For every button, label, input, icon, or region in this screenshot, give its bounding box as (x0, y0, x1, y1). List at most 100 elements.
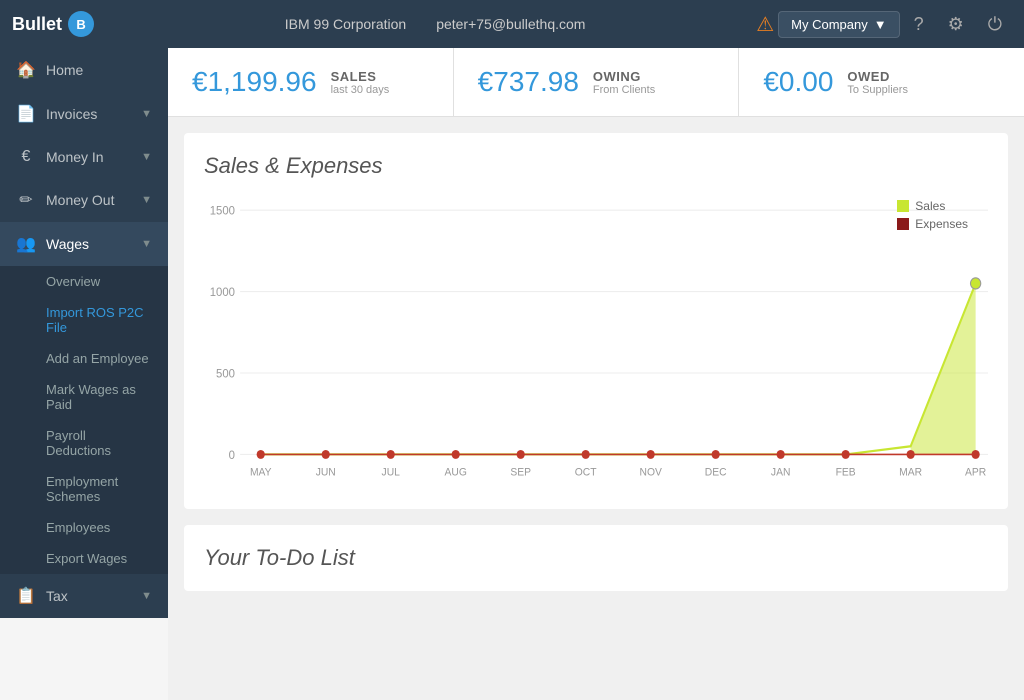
stat-owed: €0.00 OWED To Suppliers (739, 48, 1024, 116)
svg-text:DEC: DEC (705, 466, 727, 478)
legend-expenses-dot (897, 218, 909, 230)
sidebar-item-home[interactable]: 🏠 Home (0, 48, 168, 92)
owed-sublabel: To Suppliers (847, 84, 908, 96)
owed-right: OWED To Suppliers (847, 69, 908, 96)
dot-oct-exp (582, 450, 590, 459)
chart-legend: Sales Expenses (897, 199, 968, 231)
svg-text:0: 0 (229, 447, 236, 462)
sidebar-label-home: Home (46, 62, 152, 78)
logo: Bullet B (12, 11, 94, 37)
settings-button[interactable]: ⚙ (938, 8, 974, 41)
chart-section: Sales & Expenses Sales Expenses 1500 100… (184, 133, 1008, 509)
top-navigation: Bullet B IBM 99 Corporation peter+75@bul… (0, 0, 1024, 48)
sidebar-label-invoices: Invoices (46, 106, 131, 122)
svg-text:AUG: AUG (445, 466, 467, 478)
dot-jun-exp (322, 450, 330, 459)
svg-text:APR: APR (965, 466, 986, 478)
wages-arrow: ▼ (141, 238, 152, 250)
chart-svg: 1500 1000 500 0 (204, 199, 988, 489)
main-layout: 🏠 Home 📄 Invoices ▼ € Money In ▼ ✏ Money… (0, 48, 1024, 700)
submenu-overview[interactable]: Overview (0, 266, 168, 297)
legend-sales-label: Sales (915, 199, 945, 213)
submenu-employment-schemes[interactable]: Employment Schemes (0, 466, 168, 512)
wages-submenu: Overview Import ROS P2C File Add an Empl… (0, 266, 168, 574)
stat-sales: €1,199.96 SALES last 30 days (168, 48, 454, 116)
owed-label: OWED (847, 69, 908, 84)
legend-sales-dot (897, 200, 909, 212)
topnav-center: IBM 99 Corporation peter+75@bullethq.com (124, 16, 746, 32)
svg-text:1500: 1500 (210, 203, 236, 218)
chart-container: Sales Expenses 1500 1000 500 0 (204, 199, 988, 489)
sales-value: €1,199.96 (192, 66, 317, 98)
svg-text:FEB: FEB (836, 466, 856, 478)
invoices-arrow: ▼ (141, 108, 152, 120)
invoices-icon: 📄 (16, 104, 36, 124)
owing-label: OWING (593, 69, 655, 84)
content-area: €1,199.96 SALES last 30 days €737.98 OWI… (168, 48, 1024, 700)
topnav-right: ⚠ My Company ▼ ? ⚙ ⏻ (756, 8, 1012, 41)
home-icon: 🏠 (16, 60, 36, 80)
sidebar-label-wages: Wages (46, 236, 131, 252)
sales-line (261, 283, 976, 454)
svg-text:500: 500 (216, 366, 235, 381)
dot-may-exp (257, 450, 265, 459)
dot-feb-exp (842, 450, 850, 459)
submenu-payroll-deductions[interactable]: Payroll Deductions (0, 420, 168, 466)
submenu-employees[interactable]: Employees (0, 512, 168, 543)
money-in-arrow: ▼ (141, 151, 152, 163)
dot-sep-exp (517, 450, 525, 459)
money-out-icon: ✏ (16, 190, 36, 210)
sidebar-wrapper: 🏠 Home 📄 Invoices ▼ € Money In ▼ ✏ Money… (0, 48, 168, 700)
dot-apr-exp (971, 450, 979, 459)
svg-text:MAR: MAR (899, 466, 922, 478)
owing-sublabel: From Clients (593, 84, 655, 96)
tax-icon: 📋 (16, 586, 36, 606)
svg-text:NOV: NOV (640, 466, 663, 478)
logo-text: Bullet (12, 14, 62, 35)
submenu-import-ros[interactable]: Import ROS P2C File (0, 297, 168, 343)
svg-text:JUN: JUN (316, 466, 336, 478)
svg-text:1000: 1000 (210, 285, 236, 300)
sidebar-item-tax[interactable]: 📋 Tax ▼ (0, 574, 168, 618)
logo-badge: B (68, 11, 94, 37)
dot-nov-exp (647, 450, 655, 459)
svg-text:JAN: JAN (771, 466, 790, 478)
company-button[interactable]: My Company ▼ (778, 11, 899, 38)
stats-bar: €1,199.96 SALES last 30 days €737.98 OWI… (168, 48, 1024, 117)
company-name: IBM 99 Corporation (285, 16, 406, 32)
dot-aug-exp (452, 450, 460, 459)
sales-label: SALES (331, 69, 390, 84)
warning-icon[interactable]: ⚠ (756, 12, 774, 37)
owing-right: OWING From Clients (593, 69, 655, 96)
dot-mar-exp (907, 450, 915, 459)
power-button[interactable]: ⏻ (978, 8, 1012, 41)
submenu-add-employee[interactable]: Add an Employee (0, 343, 168, 374)
sidebar-item-money-out[interactable]: ✏ Money Out ▼ (0, 178, 168, 222)
svg-text:OCT: OCT (575, 466, 597, 478)
help-button[interactable]: ? (904, 8, 934, 41)
sidebar-item-wages[interactable]: 👥 Wages ▼ (0, 222, 168, 266)
sidebar-label-money-out: Money Out (46, 192, 131, 208)
sidebar-item-money-in[interactable]: € Money In ▼ (0, 136, 168, 178)
dot-jan-exp (777, 450, 785, 459)
submenu-mark-wages-paid[interactable]: Mark Wages as Paid (0, 374, 168, 420)
dot-apr-sales (970, 278, 980, 289)
user-email: peter+75@bullethq.com (436, 16, 585, 32)
svg-text:JUL: JUL (382, 466, 400, 478)
owed-value: €0.00 (763, 66, 833, 98)
legend-expenses: Expenses (897, 217, 968, 231)
todo-section: Your To-Do List (184, 525, 1008, 591)
legend-sales: Sales (897, 199, 968, 213)
legend-expenses-label: Expenses (915, 217, 968, 231)
money-in-icon: € (16, 148, 36, 166)
svg-text:SEP: SEP (510, 466, 531, 478)
owing-value: €737.98 (478, 66, 579, 98)
submenu-export-wages[interactable]: Export Wages (0, 543, 168, 574)
sidebar-item-invoices[interactable]: 📄 Invoices ▼ (0, 92, 168, 136)
chart-title: Sales & Expenses (204, 153, 988, 179)
sidebar-label-money-in: Money In (46, 149, 131, 165)
tax-arrow: ▼ (141, 590, 152, 602)
sales-sublabel: last 30 days (331, 84, 390, 96)
sidebar: 🏠 Home 📄 Invoices ▼ € Money In ▼ ✏ Money… (0, 48, 168, 618)
stat-owing: €737.98 OWING From Clients (454, 48, 740, 116)
